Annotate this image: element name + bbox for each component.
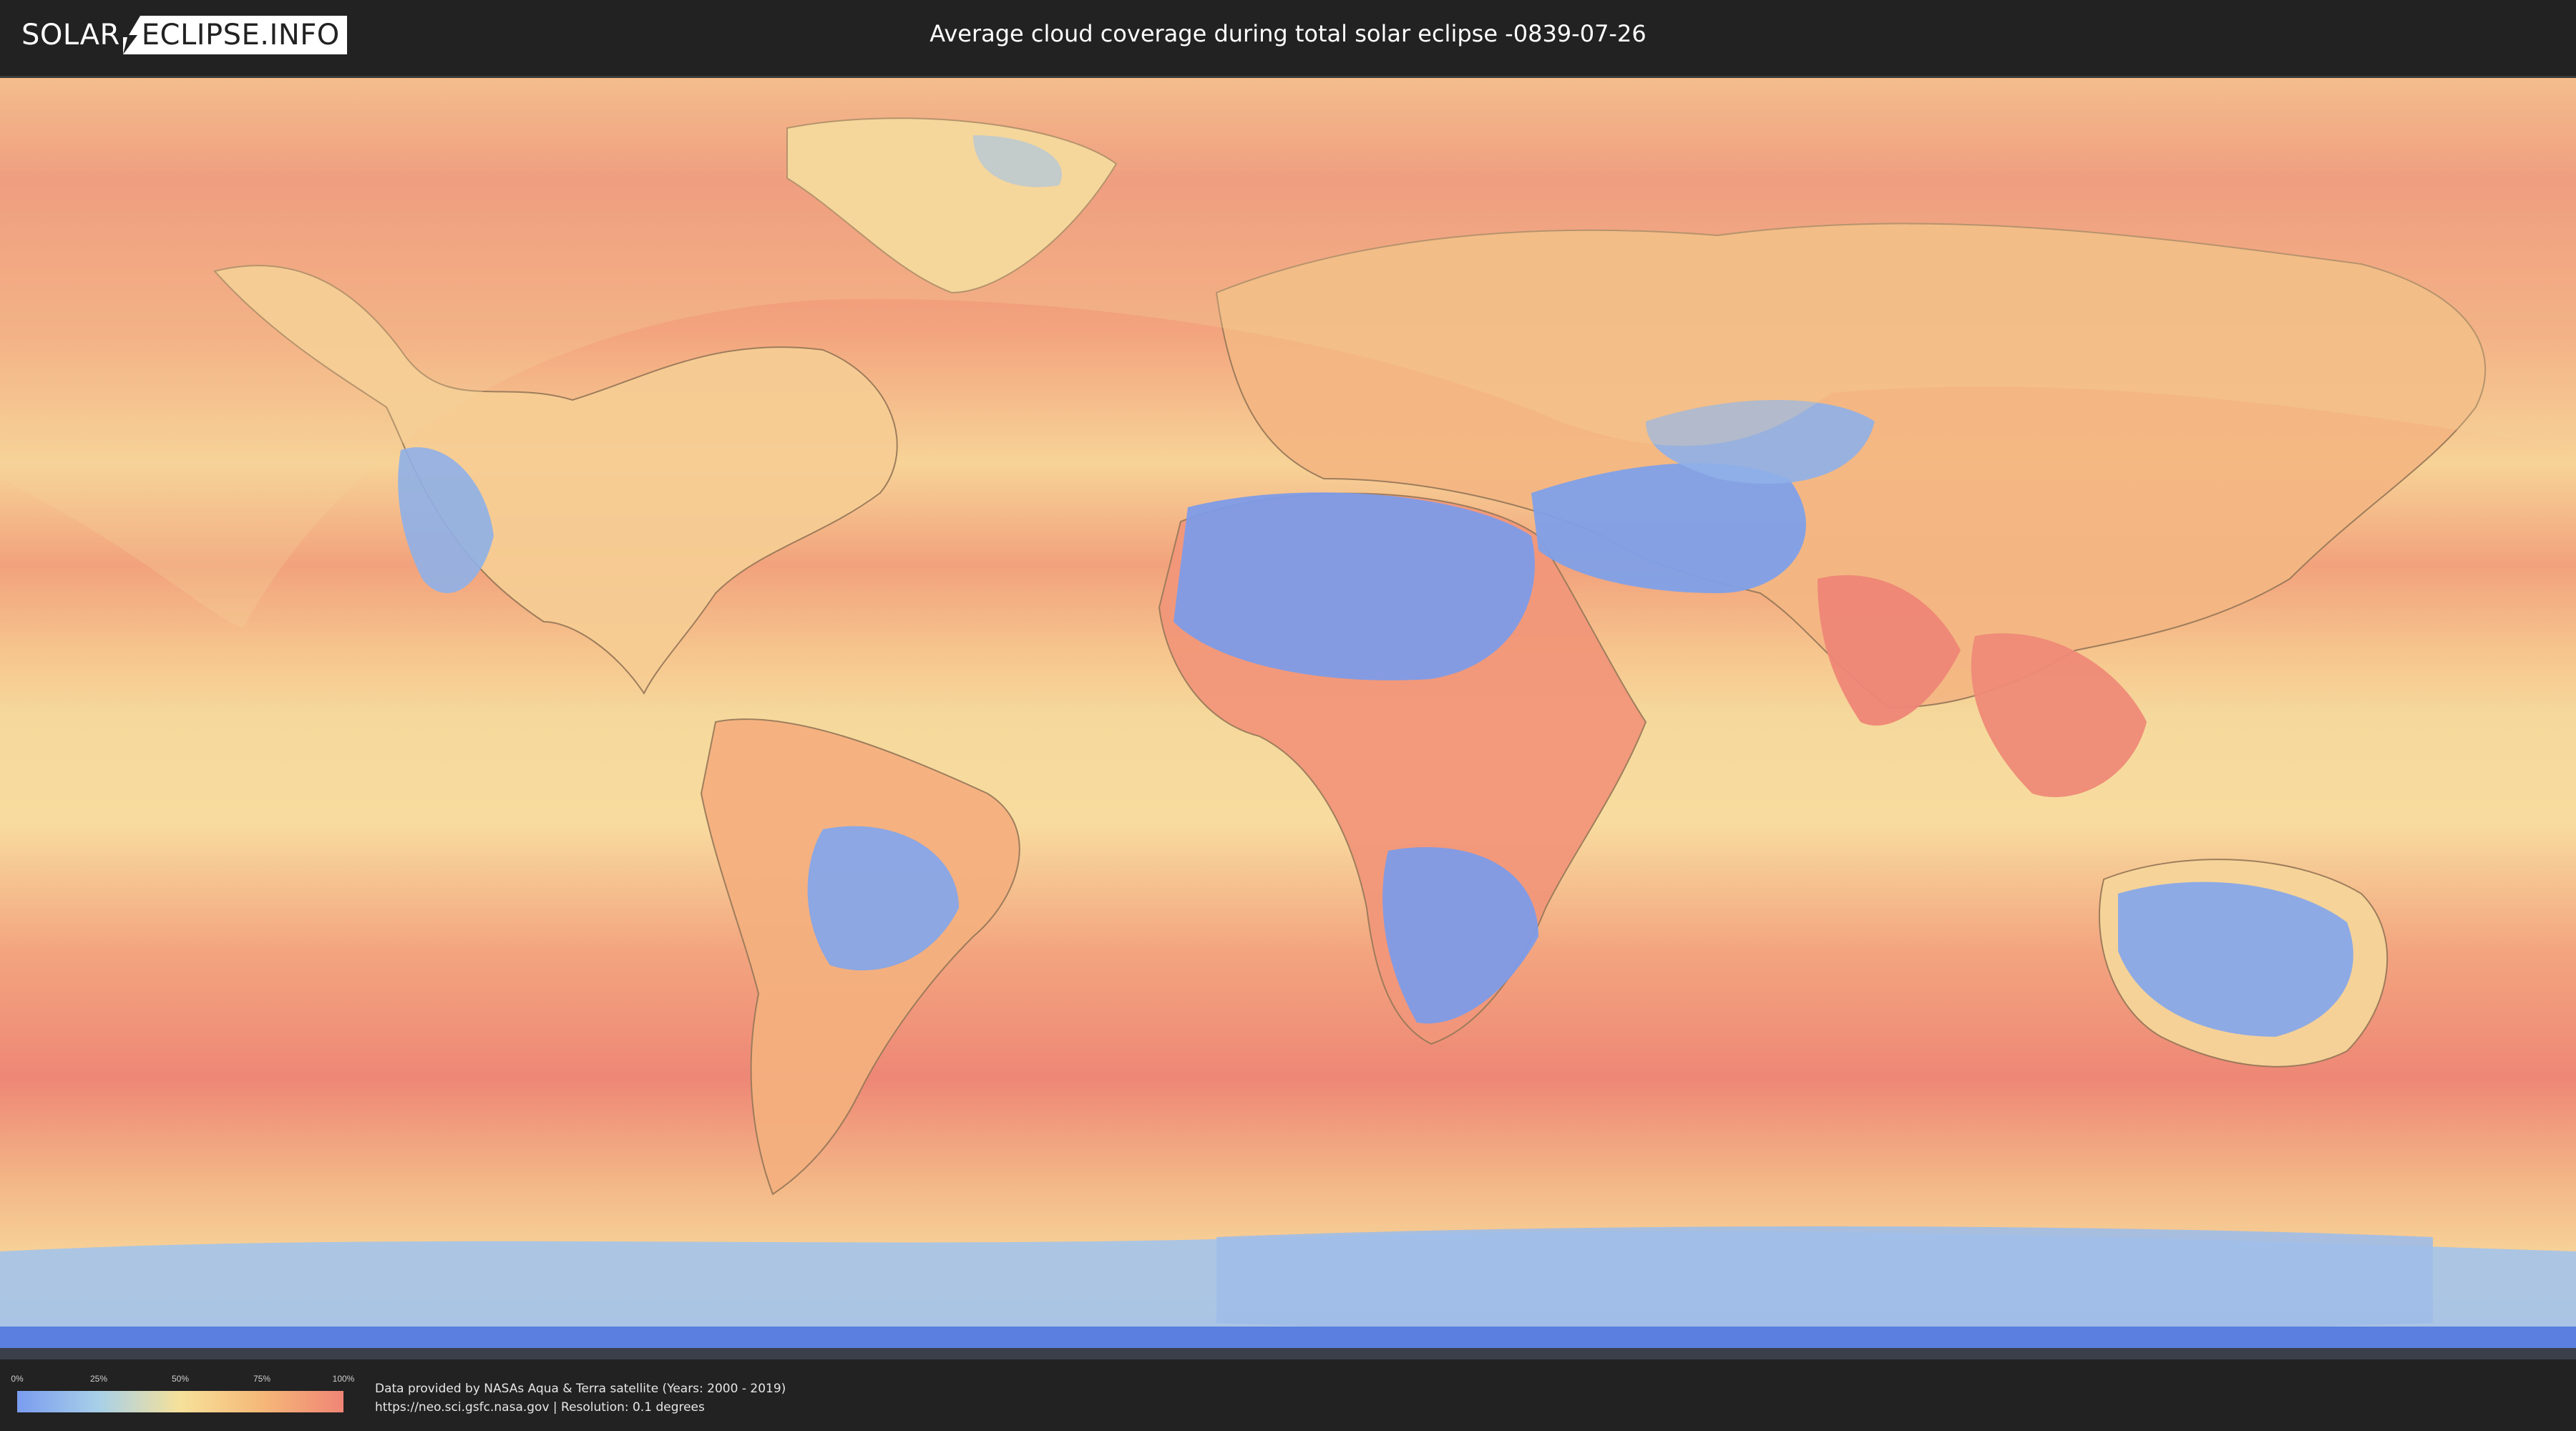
world-map[interactable] bbox=[0, 78, 2576, 1360]
data-source-line: Data provided by NASAs Aqua & Terra sate… bbox=[375, 1382, 786, 1396]
legend-tick: 0% bbox=[11, 1374, 24, 1384]
sahara-clear-region bbox=[1174, 492, 1535, 680]
map-bottom-edge bbox=[0, 1348, 2576, 1360]
data-source-url[interactable]: https://neo.sci.gsfc.nasa.gov | Resoluti… bbox=[375, 1398, 786, 1417]
antarctic-coast-strip bbox=[0, 1327, 2576, 1348]
page-title: Average cloud coverage during total sola… bbox=[930, 20, 1646, 47]
header-bar: SOLAR ECLIPSE.INFO Average cloud coverag… bbox=[0, 0, 2576, 70]
legend-ticks: 0% 25% 50% 75% 100% bbox=[11, 1374, 354, 1385]
cloud-coverage-map[interactable] bbox=[0, 76, 2576, 1360]
legend-tick: 75% bbox=[253, 1374, 271, 1384]
legend-tick: 50% bbox=[171, 1374, 190, 1384]
cloud-coverage-legend: 0% 25% 50% 75% 100% bbox=[11, 1374, 354, 1412]
legend-tick: 25% bbox=[89, 1374, 108, 1384]
legend-tick: 100% bbox=[332, 1374, 355, 1384]
legend-color-bar bbox=[17, 1391, 343, 1412]
data-source-info: Data provided by NASAs Aqua & Terra sate… bbox=[375, 1379, 786, 1417]
antarctica-clear-band bbox=[1216, 1226, 2433, 1334]
